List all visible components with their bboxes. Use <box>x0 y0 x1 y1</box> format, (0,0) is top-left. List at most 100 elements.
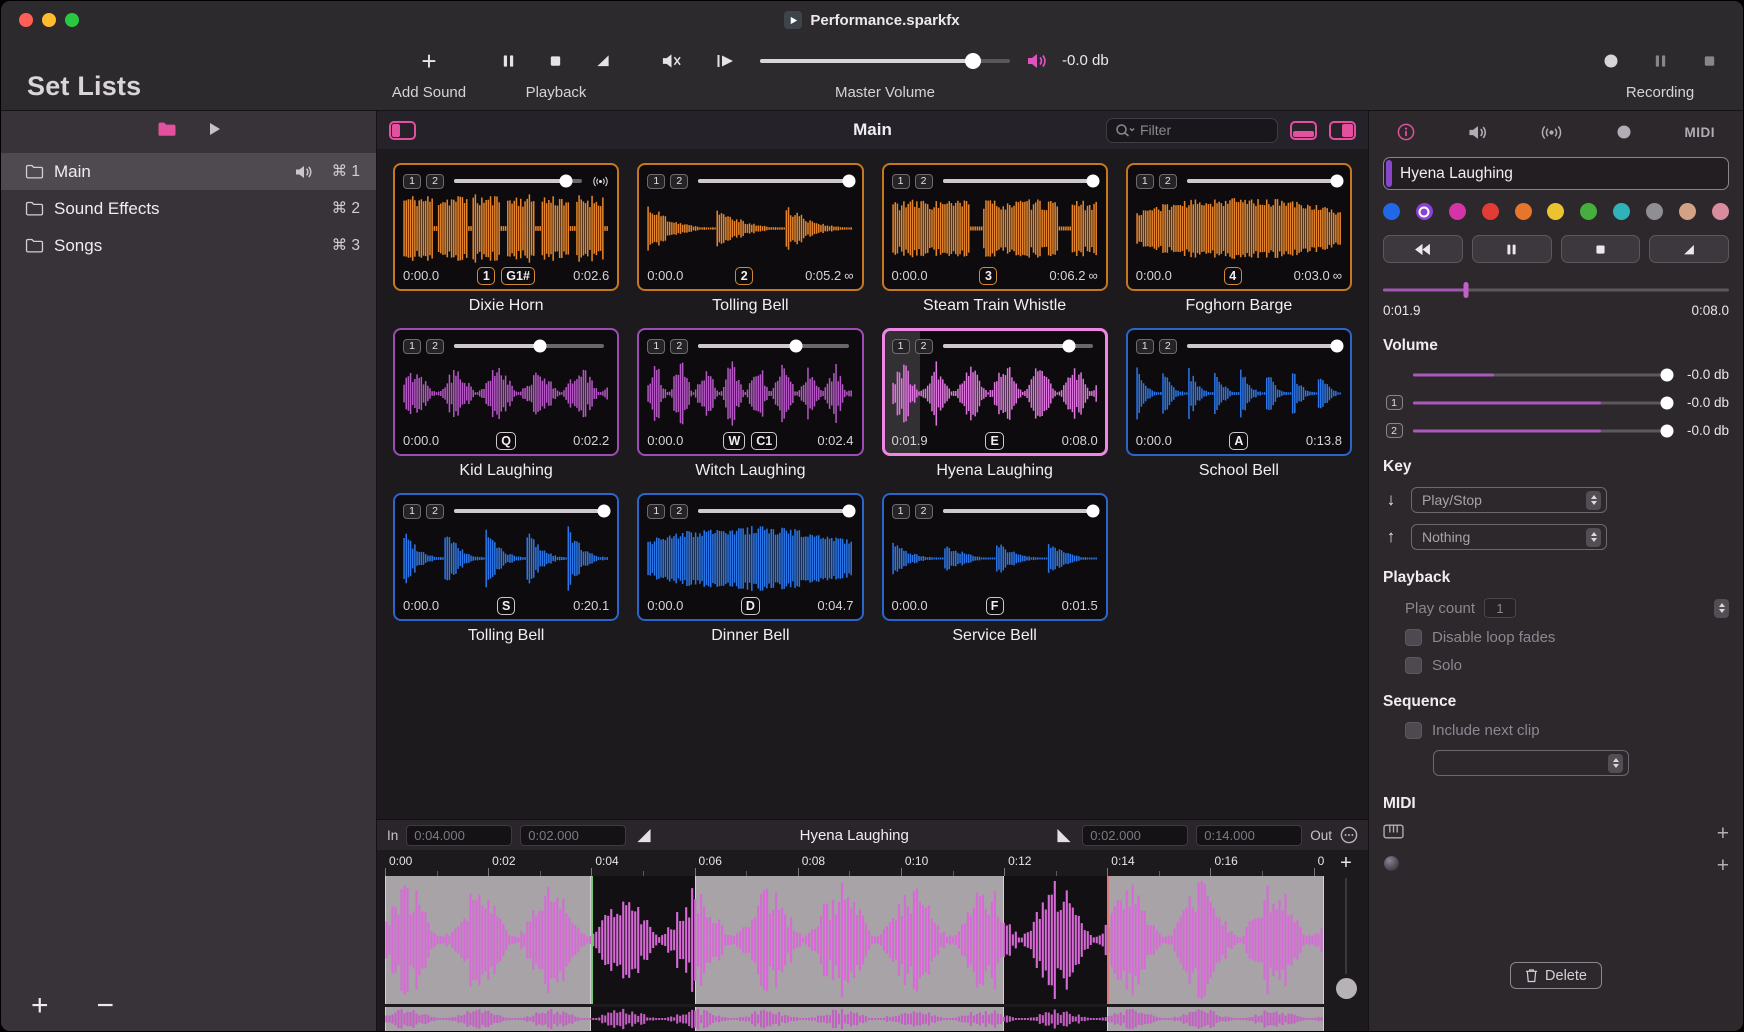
color-dot[interactable] <box>1646 203 1663 220</box>
stop-all-button[interactable] <box>548 53 563 69</box>
record-pause-button[interactable] <box>1653 53 1668 69</box>
fade-in-icon[interactable] <box>634 828 654 843</box>
color-dot[interactable] <box>1482 203 1499 220</box>
delete-button[interactable]: Delete <box>1510 962 1602 989</box>
solo-checkbox[interactable] <box>1405 657 1422 674</box>
fade-button[interactable] <box>1649 235 1729 263</box>
key-up-dropdown[interactable]: Nothing <box>1411 524 1607 550</box>
layer-badge[interactable]: 2 <box>1159 339 1177 354</box>
master-volume-slider[interactable] <box>760 53 1010 69</box>
layer-badge[interactable]: 1 <box>403 504 421 519</box>
rewind-button[interactable] <box>1383 235 1463 263</box>
out-fade-input[interactable] <box>1082 825 1188 846</box>
color-dot[interactable] <box>1580 203 1597 220</box>
next-clip-dropdown[interactable] <box>1433 750 1629 776</box>
layer-badge[interactable]: 2 <box>670 174 688 189</box>
tile-volume-slider[interactable] <box>698 504 848 518</box>
color-dot[interactable] <box>1515 203 1532 220</box>
disable-loop-fades-checkbox[interactable] <box>1405 629 1422 646</box>
sound-tile[interactable]: 12 0:00.0 S 0:20.1 Tolling Bell <box>393 493 619 646</box>
tile-volume-slider[interactable] <box>943 174 1093 188</box>
color-dot[interactable] <box>1383 203 1400 220</box>
tile-volume-slider[interactable] <box>698 174 848 188</box>
tab-broadcast[interactable] <box>1540 125 1563 140</box>
add-setlist-button[interactable]: + <box>31 991 49 1021</box>
zoom-in-button[interactable]: + <box>1340 850 1352 876</box>
sound-tile[interactable]: 12 0:00.0 WC1 0:02.4 Witch Laughing <box>637 328 863 481</box>
setlist-item[interactable]: Sound Effects ⌘ 2 <box>1 190 376 227</box>
add-sound-button[interactable]: + <box>421 50 436 72</box>
sound-tile[interactable]: 12 0:00.0 1G1# 0:02.6 Dixie Horn <box>393 163 619 316</box>
layer-badge[interactable]: 1 <box>1136 339 1154 354</box>
pause-all-button[interactable] <box>501 53 516 69</box>
layer-badge[interactable]: 1 <box>647 174 665 189</box>
layer-badge[interactable]: 2 <box>670 504 688 519</box>
close-window-button[interactable] <box>19 13 33 27</box>
play-count-stepper[interactable] <box>1714 599 1729 618</box>
stop-button[interactable] <box>1561 235 1641 263</box>
layer-badge[interactable]: 2 <box>426 174 444 189</box>
layer-badge[interactable]: 2 <box>915 174 933 189</box>
color-dot[interactable] <box>1679 203 1696 220</box>
in-fade-input[interactable] <box>520 825 626 846</box>
more-options-icon[interactable] <box>1340 826 1358 844</box>
layer-badge[interactable]: 1 <box>403 174 421 189</box>
tile-volume-slider[interactable] <box>943 339 1093 353</box>
layer-badge[interactable]: 1 <box>1136 174 1154 189</box>
tile-volume-slider[interactable] <box>454 174 582 188</box>
volume-slider[interactable] <box>1413 424 1667 438</box>
zoom-window-button[interactable] <box>65 13 79 27</box>
play-count-input[interactable]: 1 <box>1484 598 1516 618</box>
tile-volume-slider[interactable] <box>1187 174 1337 188</box>
sound-tile[interactable]: 12 0:00.0 D 0:04.7 Dinner Bell <box>637 493 863 646</box>
sound-tile[interactable]: 12 0:00.0 4 0:03.0∞ Foghorn Barge <box>1126 163 1352 316</box>
zoom-slider-knob[interactable] <box>1336 978 1357 999</box>
fade-out-icon[interactable] <box>1054 828 1074 843</box>
layer-badge[interactable]: 2 <box>1159 174 1177 189</box>
volume-slider[interactable] <box>1413 396 1667 410</box>
sound-tile[interactable]: 12 0:00.0 Q 0:02.2 Kid Laughing <box>393 328 619 481</box>
layer-badge[interactable]: 2 <box>915 339 933 354</box>
new-setlist-folder-button[interactable] <box>157 121 177 137</box>
sound-tile[interactable]: 12 0:00.0 F 0:01.5 Service Bell <box>882 493 1108 646</box>
in-time-input[interactable] <box>406 825 512 846</box>
include-next-clip-checkbox[interactable] <box>1405 722 1422 739</box>
tile-volume-slider[interactable] <box>1187 339 1337 353</box>
sound-name-field[interactable]: Hyena Laughing <box>1383 157 1729 190</box>
tab-midi[interactable]: MIDI <box>1685 125 1716 140</box>
color-dot[interactable] <box>1712 203 1729 220</box>
add-midi-trigger-button[interactable]: + <box>1717 825 1729 843</box>
fade-all-button[interactable] <box>595 53 611 68</box>
sound-tile[interactable]: 12 0:00.0 A 0:13.8 School Bell <box>1126 328 1352 481</box>
progress-slider[interactable] <box>1383 282 1729 298</box>
color-dot[interactable] <box>1449 203 1466 220</box>
record-stop-button[interactable] <box>1702 53 1717 69</box>
tile-volume-slider[interactable] <box>943 504 1093 518</box>
record-button[interactable] <box>1603 53 1619 69</box>
layer-badge[interactable]: 1 <box>892 339 910 354</box>
tile-volume-slider[interactable] <box>454 504 604 518</box>
layer-badge[interactable]: 1 <box>892 174 910 189</box>
play-setlist-button[interactable] <box>209 122 221 136</box>
mute-icon[interactable] <box>661 53 682 69</box>
layer-badge[interactable]: 1 <box>647 339 665 354</box>
tile-volume-slider[interactable] <box>698 339 848 353</box>
toggle-editor-icon[interactable] <box>1290 121 1317 140</box>
sound-tile[interactable]: 12 0:00.0 2 0:05.2∞ Tolling Bell <box>637 163 863 316</box>
layer-badge[interactable]: 2 <box>670 339 688 354</box>
layer-badge[interactable]: 2 <box>426 339 444 354</box>
pause-button[interactable] <box>1472 235 1552 263</box>
out-marker[interactable] <box>1107 876 1109 1004</box>
editor-mini-strip[interactable] <box>385 1007 1324 1031</box>
color-dot[interactable] <box>1547 203 1564 220</box>
editor-wave-area[interactable] <box>385 876 1324 1004</box>
filter-input[interactable] <box>1140 122 1269 138</box>
volume-slider[interactable] <box>1413 368 1667 382</box>
color-dot[interactable] <box>1416 203 1433 220</box>
layer-badge[interactable]: 1 <box>892 504 910 519</box>
layer-badge[interactable]: 1 <box>647 504 665 519</box>
in-marker[interactable] <box>591 876 593 1004</box>
layer-badge[interactable]: 1 <box>403 339 421 354</box>
toggle-inspector-icon[interactable] <box>1329 121 1356 140</box>
setlist-item[interactable]: Songs ⌘ 3 <box>1 227 376 264</box>
